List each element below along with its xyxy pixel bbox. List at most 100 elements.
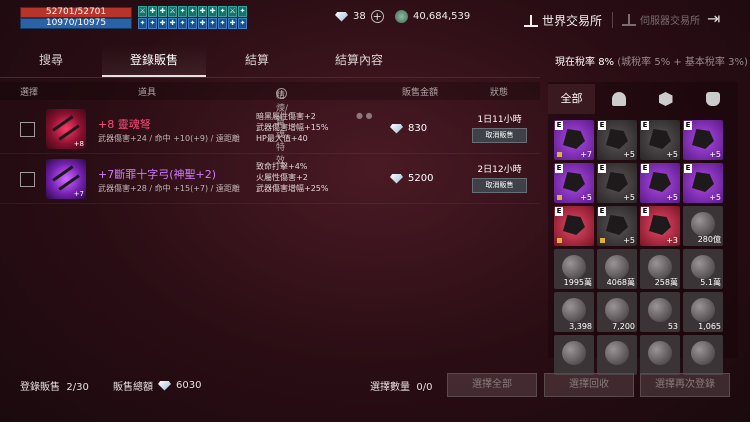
- buff-icon[interactable]: ✦: [178, 18, 187, 29]
- item-price: 830: [390, 123, 427, 134]
- material-slot[interactable]: 1,065: [683, 292, 723, 332]
- equipment-icon: [563, 129, 585, 149]
- buff-icon[interactable]: ✦: [218, 18, 227, 29]
- hp-bar: 52701/52701: [20, 7, 132, 18]
- equipped-badge: E: [598, 164, 606, 173]
- buff-icon[interactable]: ✦: [188, 18, 197, 29]
- buff-icon[interactable]: ⚔: [168, 6, 177, 17]
- material-slot[interactable]: 4068萬: [597, 249, 637, 289]
- equipment-slot[interactable]: E +5: [683, 163, 723, 203]
- tab-settlement[interactable]: 結算: [206, 44, 308, 77]
- equipment-slot[interactable]: E +5: [683, 120, 723, 160]
- row-checkbox[interactable]: [20, 122, 35, 137]
- material-slot[interactable]: [640, 335, 680, 375]
- material-slot[interactable]: [597, 335, 637, 375]
- equipment-slot[interactable]: E +5: [640, 163, 680, 203]
- tab-settlement-details[interactable]: 結算內容: [308, 44, 410, 77]
- footer-bar: 登錄販售 2/30 販售總額 6030 選擇數量 0/0 選擇全部 選擇回收 選…: [0, 370, 750, 402]
- slot-count: 280億: [697, 235, 721, 244]
- buff-icon[interactable]: ✚: [228, 18, 237, 29]
- buff-icon[interactable]: ✦: [208, 18, 217, 29]
- buff-icon[interactable]: ✦: [218, 6, 227, 17]
- material-slot[interactable]: 7,200: [597, 292, 637, 332]
- soul-slot-icon: ● ●: [356, 111, 373, 120]
- buff-icon[interactable]: ✦: [138, 18, 147, 29]
- exit-icon[interactable]: ⇥: [707, 11, 729, 29]
- material-slot[interactable]: 258萬: [640, 249, 680, 289]
- buff-icon[interactable]: ✦: [238, 6, 247, 17]
- cancel-listing-button[interactable]: 取消販售: [472, 178, 527, 193]
- buff-icon[interactable]: ✚: [158, 6, 167, 17]
- tab-bar: 搜尋 登錄販售 結算 結算內容: [0, 44, 540, 78]
- lock-icon: [557, 238, 562, 243]
- slot-count: +5: [666, 193, 678, 202]
- material-slot[interactable]: 5.1萬: [683, 249, 723, 289]
- buff-icon[interactable]: ✦: [238, 18, 247, 29]
- buff-icon[interactable]: ✦: [178, 6, 187, 17]
- material-icon: [562, 341, 586, 365]
- material-slot[interactable]: [683, 335, 723, 375]
- buff-icon[interactable]: ✦: [188, 6, 197, 17]
- buff-icon[interactable]: ✚: [198, 18, 207, 29]
- item-effects: 暗黑屬性傷害+2 武器傷害增幅+15% HP最大值+40: [256, 112, 329, 143]
- equipped-badge: E: [555, 207, 563, 216]
- row-checkbox[interactable]: [20, 172, 35, 187]
- equipment-slot[interactable]: E +3: [640, 206, 680, 246]
- inventory-tab-items[interactable]: [642, 84, 689, 114]
- tab-search[interactable]: 搜尋: [0, 44, 102, 77]
- material-slot[interactable]: 1995萬: [554, 249, 594, 289]
- equipped-badge: E: [684, 164, 692, 173]
- slot-count: 4068萬: [606, 278, 635, 287]
- server-exchange-button[interactable]: 伺服器交易所: [622, 12, 700, 27]
- item-stat: 武器傷害+28 / 命中 +15(+7) / 遠距離: [98, 184, 240, 193]
- slot-count: +5: [623, 236, 635, 245]
- remaining-time: 2日12小時: [477, 165, 522, 175]
- buff-icon[interactable]: ⚔: [138, 6, 147, 17]
- equipment-slot[interactable]: E +5: [554, 163, 594, 203]
- equipment-slot[interactable]: E +7: [554, 120, 594, 160]
- slot-count: +5: [709, 193, 721, 202]
- equipment-icon: [649, 172, 671, 192]
- buff-icon[interactable]: ✚: [208, 6, 217, 17]
- buff-icon[interactable]: ✦: [148, 18, 157, 29]
- add-diamond-button[interactable]: +: [370, 10, 384, 23]
- buff-icon[interactable]: ✚: [148, 6, 157, 17]
- crossbow-icon: +8: [46, 109, 86, 149]
- header-status: 狀態: [490, 88, 509, 98]
- material-icon: [562, 298, 586, 322]
- header-divider: [612, 12, 613, 28]
- helmet-icon: [611, 92, 626, 106]
- tax-rate: 8%: [598, 57, 615, 68]
- equipment-slot[interactable]: E +5: [640, 120, 680, 160]
- item-price: 5200: [390, 173, 433, 184]
- equipment-slot[interactable]: E +5: [597, 206, 637, 246]
- inventory-tab-all[interactable]: 全部: [548, 84, 595, 114]
- tab-listing[interactable]: 登錄販售: [102, 44, 206, 77]
- buff-icon[interactable]: ⚔: [228, 6, 237, 17]
- equipped-badge: E: [555, 164, 563, 173]
- relist-selected-button[interactable]: 選擇再次登錄: [640, 373, 730, 397]
- material-slot[interactable]: [554, 335, 594, 375]
- world-exchange-button[interactable]: 世界交易所: [524, 12, 602, 29]
- cancel-listing-button[interactable]: 取消販售: [472, 128, 527, 143]
- item-name: +7斷罪十字弓(神聖+2): [98, 168, 217, 181]
- slot-count: 1,065: [698, 322, 721, 331]
- buff-icon[interactable]: ✚: [198, 6, 207, 17]
- buff-icon[interactable]: ✚: [168, 18, 177, 29]
- select-all-button[interactable]: 選擇全部: [447, 373, 537, 397]
- inventory-tab-currency[interactable]: [689, 84, 736, 114]
- equipment-slot[interactable]: E +5: [597, 163, 637, 203]
- inventory-tab-armor[interactable]: [595, 84, 642, 114]
- equipment-slot[interactable]: E +5: [597, 120, 637, 160]
- reclaim-selected-button[interactable]: 選擇回收: [544, 373, 634, 397]
- slot-count: 53: [667, 322, 678, 331]
- material-slot[interactable]: 280億: [683, 206, 723, 246]
- listed-count: 登錄販售 2/30: [20, 382, 89, 393]
- buff-icon[interactable]: ✚: [158, 18, 167, 29]
- slot-count: 7,200: [612, 322, 635, 331]
- world-exchange-label: 世界交易所: [542, 14, 603, 28]
- material-slot[interactable]: 3,398: [554, 292, 594, 332]
- equipment-icon: [649, 129, 671, 149]
- material-slot[interactable]: 53: [640, 292, 680, 332]
- equipment-slot[interactable]: E: [554, 206, 594, 246]
